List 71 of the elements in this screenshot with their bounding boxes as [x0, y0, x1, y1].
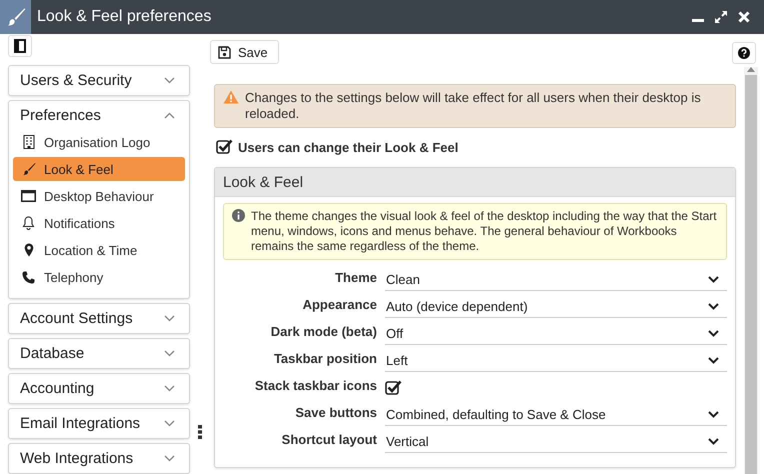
chevron-down-icon — [708, 356, 719, 364]
chevron-down-icon — [708, 410, 719, 418]
dropdown-field[interactable]: Off — [385, 322, 727, 345]
chevron-down-icon — [164, 350, 175, 357]
chevron-down-icon — [164, 385, 175, 392]
sidebar-group-header[interactable]: Accounting — [9, 374, 189, 403]
sidebar-group-title: Users & Security — [20, 72, 132, 89]
sidebar-group-header[interactable]: Users & Security — [9, 66, 189, 95]
scroll-up-arrow-icon[interactable] — [747, 67, 755, 72]
info-icon — [232, 209, 245, 222]
sidebar-group-header[interactable]: Web Integrations — [9, 444, 189, 473]
field-label: Stack taskbar icons — [254, 378, 378, 395]
dropdown-field[interactable]: Combined, defaulting to Save & Close — [385, 403, 727, 426]
bell-icon — [22, 216, 35, 230]
sidebar-group-header[interactable]: Preferences — [9, 101, 189, 130]
field-label: Taskbar position — [272, 351, 378, 368]
chevron-down-icon — [164, 315, 175, 322]
dropdown-field[interactable]: Clean — [385, 268, 727, 291]
sidebar-group-header[interactable]: Account Settings — [9, 304, 189, 333]
sidebar-item[interactable]: Telephony — [13, 265, 185, 289]
sidebar-toggle-button[interactable] — [8, 35, 32, 57]
brush-icon — [22, 162, 36, 176]
sidebar-item[interactable]: Notifications — [13, 211, 185, 235]
info-text: The theme changes the visual look & feel of the desktop including the way that the Start menu, windows, icons and menus behave. The general behaviour of Workbooks remains the same regardless of the theme. — [251, 209, 718, 254]
sidebar-group-header[interactable]: Email Integrations — [9, 409, 189, 438]
field-label: Theme — [334, 270, 378, 287]
sidebar-group-title: Email Integrations — [20, 415, 140, 432]
dropdown-field[interactable]: Vertical — [385, 430, 727, 453]
save-button[interactable]: Save — [210, 40, 279, 64]
phone-icon — [22, 270, 35, 284]
sidebar-item[interactable]: Organisation Logo — [13, 130, 185, 154]
field-label: Appearance — [302, 297, 378, 314]
close-icon[interactable] — [738, 11, 750, 23]
sidebar-group-title: Account Settings — [20, 310, 133, 327]
chevron-down-icon — [708, 276, 719, 282]
chevron-down-icon — [164, 455, 175, 462]
field-label: Dark mode (beta) — [270, 324, 378, 341]
chevron-down-icon — [708, 330, 719, 336]
chevron-down-icon — [708, 438, 719, 444]
sidebar-group-title: Database — [20, 345, 84, 362]
chevron-up-icon — [164, 112, 175, 119]
maximize-icon[interactable] — [714, 10, 728, 24]
dropdown-field[interactable]: Left — [385, 349, 727, 372]
panel-title: Look & Feel — [215, 168, 735, 197]
chevron-down-icon — [164, 420, 175, 427]
drag-handle-icon[interactable] — [198, 425, 202, 439]
sidebar-group-title: Accounting — [20, 380, 94, 397]
warning-icon — [223, 90, 239, 104]
help-button[interactable] — [732, 42, 756, 64]
checkbox-label: Users can change their Look & Feel — [238, 140, 458, 154]
building-icon — [22, 135, 34, 149]
field-label: Save buttons — [294, 405, 378, 422]
scrollbar[interactable] — [744, 67, 758, 474]
sidebar-item[interactable]: Look & Feel — [13, 157, 185, 181]
sidebar-group-title: Preferences — [20, 107, 101, 124]
window-title: Look & Feel preferences — [37, 8, 212, 26]
sidebar-item[interactable]: Location & Time — [13, 238, 185, 262]
dropdown-field[interactable]: Auto (device dependent) — [385, 295, 727, 318]
chevron-down-icon — [708, 302, 719, 310]
help-icon — [738, 47, 750, 59]
checked-checkbox-icon[interactable] — [216, 139, 233, 155]
sidebar-group-header[interactable]: Database — [9, 339, 189, 368]
sidebar-group-title: Web Integrations — [20, 450, 134, 467]
checked-checkbox-icon[interactable] — [385, 380, 402, 396]
window-icon — [21, 190, 36, 202]
field-label: Shortcut layout — [280, 432, 378, 449]
map-pin-icon — [24, 243, 34, 257]
sidebar-item[interactable]: Desktop Behaviour — [13, 184, 185, 208]
warning-text: Changes to the settings below will take effect for all users when their desktop is reloaded. — [245, 90, 702, 122]
sidebar-panel-icon — [14, 39, 26, 53]
chevron-down-icon — [164, 77, 175, 84]
